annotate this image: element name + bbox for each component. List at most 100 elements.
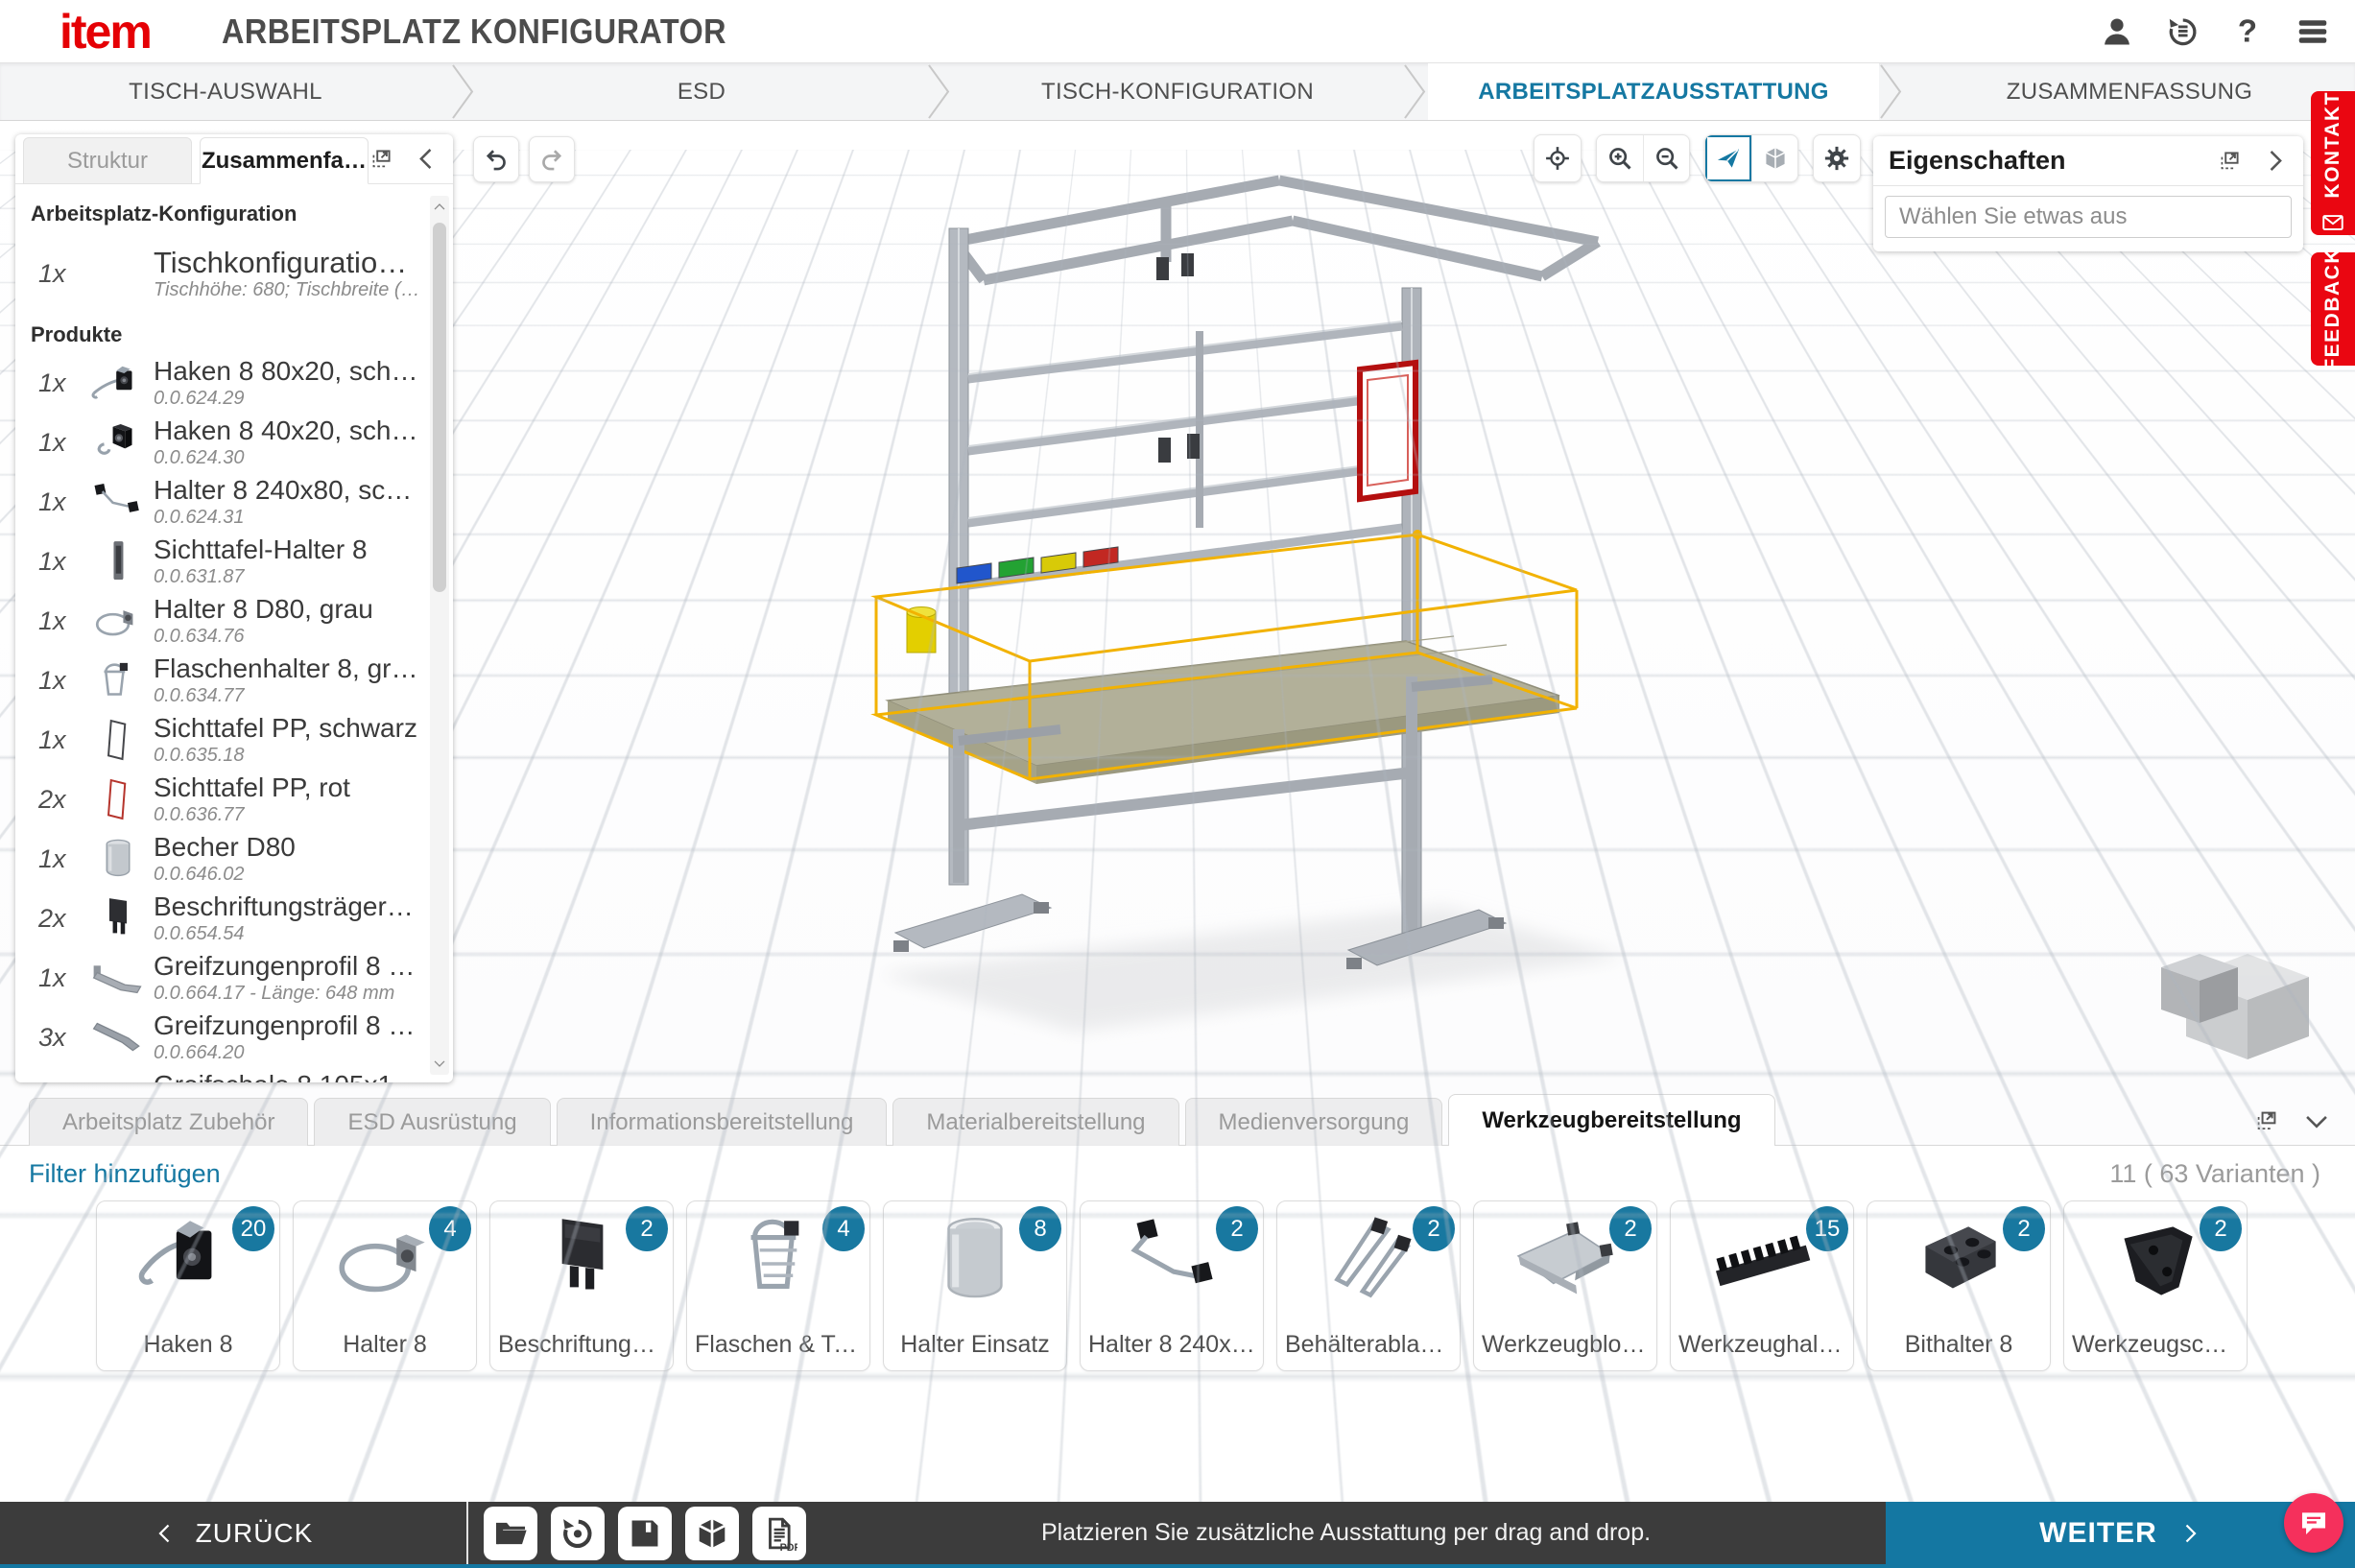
catalog-card-behälterablage-8[interactable]: 2Behälterablage 8 bbox=[1276, 1200, 1461, 1371]
item-quantity: 1x bbox=[27, 666, 86, 696]
toolbar-group bbox=[1596, 134, 1690, 182]
summary-item[interactable]: 1xGreifschale 8 105x130, r…0.0.669.40 bbox=[27, 1067, 420, 1082]
card-label: Werkzeugschlitten 8 bbox=[2072, 1331, 2239, 1359]
catalog-card-halter-8[interactable]: 4Halter 8 bbox=[293, 1200, 477, 1371]
viewport-toolbar bbox=[1534, 134, 1861, 182]
hook-8-icon bbox=[130, 1211, 247, 1313]
summary-item[interactable]: 1xGreifzungenprofil 8 140x…0.0.664.17 - … bbox=[27, 948, 420, 1008]
card-label: Bithalter 8 bbox=[1875, 1331, 2042, 1359]
center-view-button[interactable] bbox=[1534, 135, 1581, 181]
summary-item[interactable]: 3xGreifzungenprofil 8 140x…0.0.664.20 bbox=[27, 1008, 420, 1067]
step-esd[interactable]: ESD bbox=[476, 63, 927, 120]
tab-materialbereitstellung[interactable]: Materialbereitstellung bbox=[892, 1098, 1178, 1146]
account-icon[interactable] bbox=[2100, 14, 2134, 49]
catalog-card-halter-8-240x80[interactable]: 2Halter 8 240x80 bbox=[1080, 1200, 1264, 1371]
sidebar-tab-zusammenfa[interactable]: Zusammenfa… bbox=[200, 137, 369, 184]
catalog-card-haken-8[interactable]: 20Haken 8 bbox=[96, 1200, 280, 1371]
summary-list: Arbeitsplatz-Konfiguration 1xTischkonfigu… bbox=[15, 184, 453, 1082]
next-button[interactable]: WEITER bbox=[1886, 1502, 2355, 1564]
summary-item[interactable]: 1xFlaschenhalter 8, grau0.0.634.77 bbox=[27, 651, 420, 710]
detach-panel-icon[interactable] bbox=[369, 146, 394, 172]
scroll-down-icon[interactable] bbox=[430, 1054, 449, 1073]
chat-bubble-button[interactable] bbox=[2284, 1493, 2343, 1553]
item-subtitle: 0.0.636.77 bbox=[154, 804, 420, 826]
summary-item[interactable]: 1xSichttafel-Halter 80.0.631.87 bbox=[27, 532, 420, 591]
open-project-button[interactable] bbox=[484, 1507, 537, 1560]
undo-button[interactable] bbox=[473, 136, 519, 182]
item-subtitle: 0.0.624.31 bbox=[154, 507, 420, 529]
item-subtitle: 0.0.654.54 bbox=[154, 923, 420, 945]
step-tisch-konfiguration[interactable]: TISCH-KONFIGURATION bbox=[952, 63, 1403, 120]
undo-icon bbox=[483, 146, 510, 173]
step-label: ESD bbox=[678, 79, 726, 106]
tab-esd-ausrüstung[interactable]: ESD Ausrüstung bbox=[314, 1098, 550, 1146]
catalog-card-werkzeughalter[interactable]: 15Werkzeughalter bbox=[1670, 1200, 1854, 1371]
save-button[interactable] bbox=[618, 1507, 672, 1560]
orientation-cube[interactable] bbox=[2157, 935, 2313, 1061]
summary-item[interactable]: 1xHaken 8 80x20, schwarz0.0.624.29 bbox=[27, 353, 420, 413]
tray-red-icon bbox=[86, 1072, 150, 1082]
step-zusammenfassung[interactable]: ZUSAMMENFASSUNG bbox=[1904, 63, 2355, 120]
step-tisch-auswahl[interactable]: TISCH-AUSWAHL bbox=[0, 63, 451, 120]
catalog-card-bithalter-8[interactable]: 2Bithalter 8 bbox=[1867, 1200, 2051, 1371]
catalog-card-flaschen-tassenh[interactable]: 4Flaschen & Tassenh… bbox=[686, 1200, 870, 1371]
next-label: WEITER bbox=[2039, 1517, 2157, 1550]
item-title: Sichttafel PP, schwarz bbox=[154, 713, 420, 744]
export-pdf-button[interactable]: PDF bbox=[752, 1507, 806, 1560]
summary-item[interactable]: 2xBeschriftungsträger Halt…0.0.654.54 bbox=[27, 889, 420, 948]
summary-item[interactable]: 1xHaken 8 40x20, schwarz0.0.624.30 bbox=[27, 413, 420, 472]
summary-item[interactable]: 1xTischkonfiguration ETischhöhe: 680; Ti… bbox=[27, 232, 420, 315]
properties-select[interactable]: Wählen Sie etwas aus bbox=[1885, 196, 2292, 238]
zoom-out-button[interactable] bbox=[1643, 135, 1689, 181]
summary-sidebar: StrukturZusammenfa… Arbeitsplatz-Konfigu… bbox=[15, 134, 453, 1082]
collapse-catalog-icon[interactable] bbox=[2303, 1107, 2330, 1134]
settings-button[interactable] bbox=[1814, 135, 1860, 181]
view-box-icon bbox=[1762, 145, 1789, 172]
help-icon[interactable]: ? bbox=[2230, 14, 2265, 49]
view-solid-button[interactable] bbox=[1751, 135, 1797, 181]
summary-item[interactable]: 1xHalter 8 240x80, schwarz0.0.624.31 bbox=[27, 472, 420, 532]
step-arbeitsplatzausstattung[interactable]: ARBEITSPLATZAUSSTATTUNG bbox=[1428, 63, 1879, 120]
detach-catalog-icon[interactable] bbox=[2253, 1107, 2280, 1134]
summary-item[interactable]: 1xHalter 8 D80, grau0.0.634.76 bbox=[27, 591, 420, 651]
cyl-insert-icon bbox=[916, 1211, 1034, 1313]
summary-item[interactable]: 2xSichttafel PP, rot0.0.636.77 bbox=[27, 770, 420, 829]
tab-arbeitsplatz-zubehör[interactable]: Arbeitsplatz Zubehör bbox=[29, 1098, 308, 1146]
scrollbar-thumb[interactable] bbox=[433, 223, 446, 592]
summary-item[interactable]: 1xBecher D800.0.646.02 bbox=[27, 829, 420, 889]
back-button[interactable]: ZURÜCK bbox=[0, 1502, 466, 1564]
collapse-panel-icon[interactable] bbox=[414, 146, 440, 172]
sidebar-scrollbar[interactable] bbox=[430, 196, 449, 1075]
detach-properties-icon[interactable] bbox=[2217, 148, 2243, 174]
tab-werkzeugbereitstellung[interactable]: Werkzeugbereitstellung bbox=[1448, 1094, 1774, 1146]
add-filter-link[interactable]: Filter hinzufügen bbox=[29, 1159, 221, 1189]
feedback-tab[interactable]: FEEDBACK bbox=[2311, 252, 2355, 366]
reset-button[interactable] bbox=[551, 1507, 605, 1560]
export-3d-button[interactable] bbox=[685, 1507, 739, 1560]
item-subtitle: Tischhöhe: 680; Tischbreite (Individuell… bbox=[154, 279, 420, 301]
zoom-in-button[interactable] bbox=[1597, 135, 1643, 181]
view-3d-button[interactable] bbox=[1705, 135, 1751, 181]
catalog-card-werkzeugblock-8[interactable]: 2Werkzeugblock 8 bbox=[1473, 1200, 1657, 1371]
summary-item[interactable]: 1xSichttafel PP, schwarz0.0.635.18 bbox=[27, 710, 420, 770]
catalog-card-werkzeugschlitten-8[interactable]: 2Werkzeugschlitten 8 bbox=[2063, 1200, 2248, 1371]
history-icon[interactable] bbox=[2165, 14, 2200, 49]
kontakt-tab[interactable]: KONTAKT bbox=[2311, 91, 2355, 235]
grip-rail-2-icon bbox=[86, 1012, 150, 1062]
redo-button[interactable] bbox=[529, 136, 575, 182]
item-subtitle: 0.0.624.30 bbox=[154, 447, 420, 469]
scroll-up-icon[interactable] bbox=[430, 198, 449, 217]
catalog-card-beschriftungsträger[interactable]: 2Beschriftungsträger bbox=[489, 1200, 674, 1371]
item-text: Becher D800.0.646.02 bbox=[150, 832, 420, 885]
menu-icon[interactable] bbox=[2296, 14, 2330, 49]
tab-informationsbereitstellung[interactable]: Informationsbereitstellung bbox=[557, 1098, 888, 1146]
collapse-properties-icon[interactable] bbox=[2262, 148, 2288, 174]
tab-medienversorgung[interactable]: Medienversorgung bbox=[1185, 1098, 1443, 1146]
sidebar-tab-struktur[interactable]: Struktur bbox=[23, 137, 192, 184]
workbench-3d-model[interactable] bbox=[868, 154, 1636, 1046]
tool-slide-icon bbox=[2097, 1211, 2214, 1313]
catalog-card-halter-einsatz[interactable]: 8Halter Einsatz bbox=[883, 1200, 1067, 1371]
folder-icon bbox=[492, 1515, 529, 1552]
catalog-card-list: 20Haken 84Halter 82Beschriftungsträger4F… bbox=[0, 1189, 2355, 1371]
section-header: Arbeitsplatz-Konfiguration bbox=[31, 202, 420, 226]
